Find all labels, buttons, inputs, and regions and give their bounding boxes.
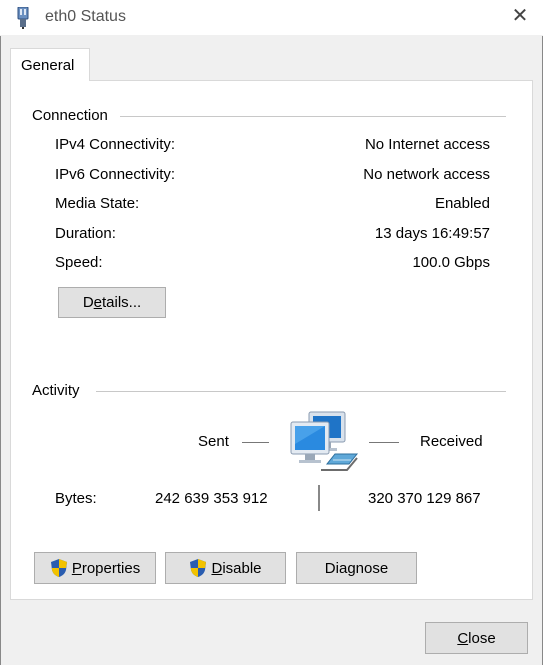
window-border-left — [0, 36, 1, 665]
properties-button-label: Properties — [71, 559, 141, 577]
bytes-label: Bytes: — [55, 490, 97, 507]
details-button-label: Details... — [82, 294, 142, 311]
network-computers-icon — [290, 411, 359, 471]
media-state-label: Media State: — [55, 195, 140, 212]
uac-shield-icon — [190, 559, 207, 577]
connection-group-rule — [120, 116, 506, 117]
speed-label: Speed: — [55, 254, 103, 271]
network-adapter-icon — [17, 7, 29, 29]
close-window-icon[interactable]: ✕ — [506, 2, 534, 30]
details-button[interactable]: Details... — [58, 287, 166, 318]
window-title: eth0 Status — [45, 8, 126, 25]
duration-value: 13 days 16:49:57 — [374, 225, 490, 242]
bytes-sent-value: 242 639 353 912 — [155, 490, 268, 507]
diagnose-button[interactable]: Diagnose — [296, 552, 417, 584]
duration-label: Duration: — [55, 225, 116, 242]
ipv6-label: IPv6 Connectivity: — [55, 166, 176, 183]
uac-shield-icon — [50, 559, 67, 577]
activity-group-rule — [96, 391, 506, 392]
disable-button[interactable]: Disable — [165, 552, 286, 584]
bytes-received-value: 320 370 129 867 — [368, 490, 481, 507]
ipv4-value: No Internet access — [364, 136, 490, 153]
properties-button[interactable]: Properties — [34, 552, 156, 584]
close-button-label: Close — [457, 629, 496, 647]
general-tab-panel — [10, 80, 533, 600]
ipv6-value: No network access — [363, 166, 490, 183]
connection-heading: Connection — [32, 107, 116, 124]
tab-general[interactable]: General — [10, 48, 90, 81]
activity-heading: Activity — [32, 382, 88, 399]
close-button[interactable]: Close — [425, 622, 528, 654]
title-bar: eth0 Status ✕ — [0, 0, 543, 36]
sent-dash — [242, 442, 269, 443]
received-label: Received — [420, 433, 483, 450]
sent-label: Sent — [198, 433, 229, 450]
diagnose-button-label: Diagnose — [324, 559, 389, 577]
ipv4-label: IPv4 Connectivity: — [55, 136, 176, 153]
speed-value: 100.0 Gbps — [412, 254, 490, 271]
disable-button-label: Disable — [211, 559, 262, 577]
bytes-divider — [318, 485, 320, 511]
media-state-value: Enabled — [434, 195, 490, 212]
received-dash — [369, 442, 399, 443]
